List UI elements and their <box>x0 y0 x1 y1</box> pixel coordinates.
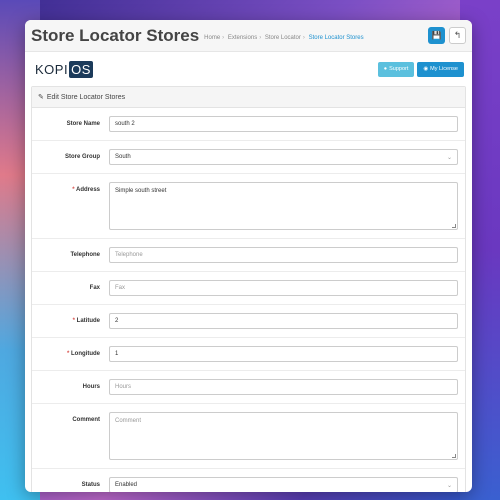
breadcrumb-store-locator[interactable]: Store Locator <box>265 35 301 41</box>
form-row-status: Status Enabled ⌄ <box>32 469 465 492</box>
form-row-hours: Hours Hours <box>32 371 465 404</box>
page-header: Store Locator Stores Home › Extensions › S… <box>25 20 472 52</box>
form-row-latitude: * Latitude 2 <box>32 305 465 338</box>
brand-actions: ● Support ◉ My License <box>377 61 464 77</box>
latitude-input[interactable]: 2 <box>109 313 458 329</box>
telephone-label: Telephone <box>70 252 100 258</box>
breadcrumb-store-locator-stores[interactable]: Store Locator Stores <box>309 35 364 41</box>
store-group-label: Store Group <box>64 154 100 160</box>
save-button[interactable]: 💾 <box>428 27 445 44</box>
pencil-icon: ✎ <box>38 94 44 101</box>
longitude-input[interactable]: 1 <box>109 346 458 362</box>
support-button[interactable]: ● Support <box>377 61 415 77</box>
back-icon: ↰ <box>453 30 462 40</box>
form-row-store-group: Store Group South ⌄ <box>32 141 465 174</box>
user-icon: ◉ <box>423 66 429 72</box>
form-row-store-name: Store Name south 2 <box>32 108 465 141</box>
store-name-label: Store Name <box>66 121 100 127</box>
fax-input[interactable]: Fax <box>109 280 458 296</box>
telephone-input[interactable]: Telephone <box>109 247 458 263</box>
form-row-comment: Comment Comment <box>32 404 465 469</box>
address-textarea[interactable]: Simple south street <box>109 182 458 230</box>
my-license-button[interactable]: ◉ My License <box>417 61 464 77</box>
comment-label: Comment <box>72 417 100 423</box>
chevron-down-icon: ⌄ <box>446 154 452 161</box>
latitude-label: * Latitude <box>72 318 100 324</box>
store-name-input[interactable]: south 2 <box>109 116 458 132</box>
panel-heading: ✎ Edit Store Locator Stores <box>32 87 465 108</box>
admin-window: Store Locator Stores Home › Extensions › S… <box>25 20 472 492</box>
longitude-label: * Longitude <box>66 351 100 357</box>
back-button[interactable]: ↰ <box>449 27 466 44</box>
address-label: * Address <box>72 187 100 193</box>
status-select[interactable]: Enabled ⌄ <box>109 477 458 492</box>
save-icon: 💾 <box>431 31 442 40</box>
breadcrumb-home[interactable]: Home <box>204 35 220 41</box>
support-icon: ● <box>383 66 388 72</box>
resize-handle-icon[interactable] <box>452 454 456 458</box>
breadcrumb-extensions[interactable]: Extensions <box>228 35 257 41</box>
chevron-down-icon: ⌄ <box>446 482 452 489</box>
form-row-fax: Fax Fax <box>32 272 465 305</box>
brand-bar: KOPI OS ● Support ◉ My License <box>25 52 472 86</box>
form-row-longitude: * Longitude 1 <box>32 338 465 371</box>
edit-panel: ✎ Edit Store Locator Stores Store Name s… <box>31 86 466 492</box>
kopi-os-logo: KOPI OS <box>35 60 93 78</box>
form-row-address: * Address Simple south street <box>32 174 465 239</box>
store-group-select[interactable]: South ⌄ <box>109 149 458 165</box>
form-row-telephone: Telephone Telephone <box>32 239 465 272</box>
hours-input[interactable]: Hours <box>109 379 458 395</box>
resize-handle-icon[interactable] <box>452 224 456 228</box>
comment-textarea[interactable]: Comment <box>109 412 458 460</box>
breadcrumb: Home › Extensions › Store Locator › Store L… <box>204 35 364 41</box>
header-actions: 💾 ↰ <box>428 27 466 44</box>
hours-label: Hours <box>82 384 100 390</box>
page-title: Store Locator Stores <box>31 25 200 45</box>
status-label: Status <box>81 482 100 488</box>
fax-label: Fax <box>89 285 100 291</box>
